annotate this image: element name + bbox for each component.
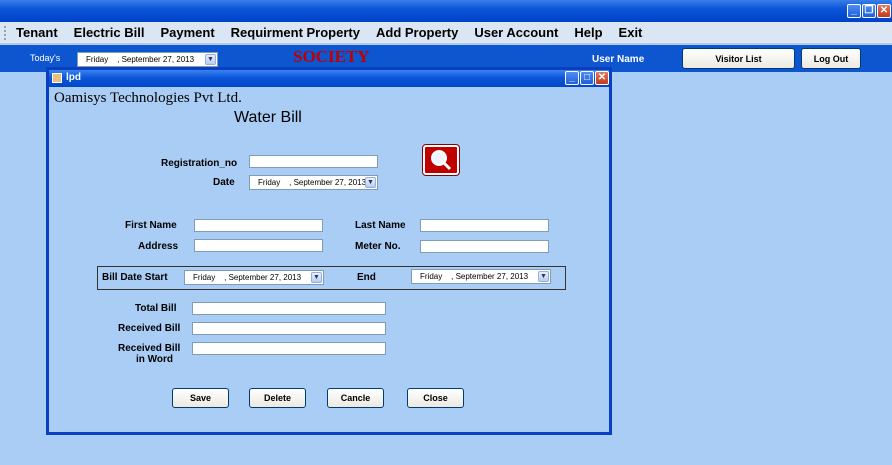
- minimize-icon[interactable]: _: [847, 4, 861, 18]
- menu-item-exit[interactable]: Exit: [619, 25, 643, 40]
- search-button[interactable]: [422, 144, 460, 176]
- chevron-down-icon[interactable]: ▼: [538, 271, 549, 282]
- chevron-down-icon[interactable]: ▼: [311, 272, 322, 283]
- first-name-label: First Name: [125, 220, 177, 231]
- todays-date-picker[interactable]: Friday , September 27, 2013 ▼: [77, 52, 218, 67]
- cancel-button[interactable]: Cancle: [327, 388, 384, 408]
- child-window-titlebar: lpd _ □ ✕: [49, 70, 609, 87]
- chevron-down-icon[interactable]: ▼: [365, 177, 376, 188]
- form-title: Water Bill: [234, 109, 302, 126]
- bill-date-start-picker[interactable]: Friday , September 27, 2013 ▼: [184, 270, 324, 285]
- last-name-label: Last Name: [355, 220, 406, 231]
- society-title: SOCIETY: [293, 47, 370, 66]
- end-label: End: [357, 272, 376, 283]
- menu-grip-icon: [4, 25, 10, 40]
- bill-date-group: Bill Date Start Friday , September 27, 2…: [97, 266, 566, 290]
- chevron-down-icon[interactable]: ▼: [205, 54, 216, 65]
- user-name-label: User Name: [592, 54, 645, 65]
- close-button[interactable]: Close: [407, 388, 464, 408]
- logout-button[interactable]: Log Out: [801, 48, 861, 69]
- address-label: Address: [138, 241, 179, 252]
- save-button[interactable]: Save: [172, 388, 229, 408]
- first-name-input[interactable]: [194, 219, 323, 232]
- menu-item-user-account[interactable]: User Account: [474, 25, 558, 40]
- meter-input[interactable]: [420, 240, 549, 253]
- todays-label: Today's: [30, 53, 61, 63]
- end-date-picker[interactable]: Friday , September 27, 2013 ▼: [411, 269, 551, 284]
- received-bill-word-label-2: in Word: [136, 354, 174, 365]
- visitor-list-button[interactable]: Visitor List: [682, 48, 795, 69]
- registration-label: Registration_no: [161, 158, 238, 169]
- menu-item-payment[interactable]: Payment: [160, 25, 214, 40]
- total-bill-label: Total Bill: [135, 303, 177, 314]
- received-bill-word-input[interactable]: [192, 342, 386, 355]
- last-name-input[interactable]: [420, 219, 549, 232]
- received-bill-label: Received Bill: [118, 323, 181, 334]
- child-minimize-icon[interactable]: _: [565, 71, 579, 85]
- window-app-icon: [52, 73, 62, 83]
- bill-date-start-label: Bill Date Start: [102, 272, 168, 283]
- address-input[interactable]: [194, 239, 323, 252]
- restore-icon[interactable]: ❐: [862, 4, 876, 18]
- main-window-titlebar: _ ❐ ✕: [0, 0, 892, 22]
- child-close-icon[interactable]: ✕: [595, 71, 609, 85]
- received-bill-input[interactable]: [192, 322, 386, 335]
- meter-label: Meter No.: [355, 241, 401, 252]
- water-bill-window: lpd _ □ ✕ Oamisys Technologies Pvt Ltd. …: [46, 67, 612, 435]
- close-icon[interactable]: ✕: [877, 4, 891, 18]
- magnifier-icon: [431, 150, 452, 171]
- menu-item-help[interactable]: Help: [574, 25, 602, 40]
- registration-input[interactable]: [249, 155, 378, 168]
- date-picker[interactable]: Friday , September 27, 2013 ▼: [249, 175, 378, 190]
- child-maximize-icon[interactable]: □: [580, 71, 594, 85]
- menu-item-tenant[interactable]: Tenant: [16, 25, 58, 40]
- delete-button[interactable]: Delete: [249, 388, 306, 408]
- menu-item-add-property[interactable]: Add Property: [376, 25, 458, 40]
- menu-item-electric-bill[interactable]: Electric Bill: [74, 25, 145, 40]
- menu-item-requirment-property[interactable]: Requirment Property: [231, 25, 360, 40]
- todays-date-value: Friday , September 27, 2013: [86, 55, 195, 64]
- end-date-value: Friday , September 27, 2013: [420, 272, 529, 281]
- menu-bar: Tenant Electric Bill Payment Requirment …: [0, 22, 892, 44]
- received-bill-word-label-1: Received Bill: [118, 343, 181, 354]
- date-label: Date: [213, 177, 235, 188]
- company-name: Oamisys Technologies Pvt Ltd.: [54, 90, 242, 106]
- child-window-title: lpd: [66, 72, 81, 83]
- bill-date-start-value: Friday , September 27, 2013: [193, 273, 302, 282]
- total-bill-input[interactable]: [192, 302, 386, 315]
- date-value: Friday , September 27, 2013: [258, 178, 367, 187]
